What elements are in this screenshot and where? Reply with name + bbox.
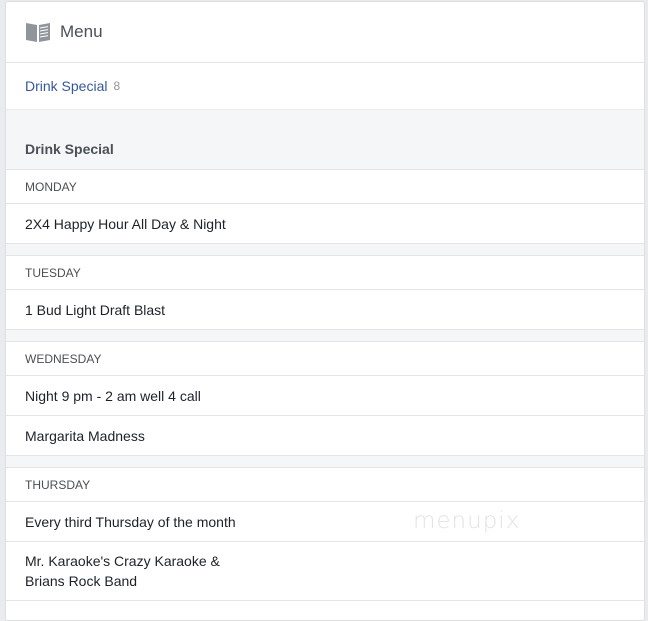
day-header-monday: MONDAY [6, 170, 644, 204]
book-icon [25, 20, 51, 44]
menu-header: Menu [6, 2, 644, 63]
section-title: Drink Special [6, 109, 644, 170]
category-list: Drink Special 8 [6, 63, 644, 109]
section-divider [6, 456, 644, 468]
section-divider [6, 244, 644, 256]
menu-panel: Menu Drink Special 8 Drink Special MONDA… [5, 1, 645, 621]
menu-item: Margarita Madness [6, 416, 644, 456]
menu-item: 2X4 Happy Hour All Day & Night [6, 204, 644, 244]
day-header-thursday: THURSDAY [6, 468, 644, 502]
menu-item: Mr. Karaoke's Crazy Karaoke & Brians Roc… [6, 542, 644, 601]
category-link-drink-special[interactable]: Drink Special [25, 78, 107, 94]
category-count: 8 [113, 79, 121, 93]
menu-item: Night 9 pm - 2 am well 4 call [6, 376, 644, 416]
section-divider [6, 330, 644, 342]
day-header-wednesday: WEDNESDAY [6, 342, 644, 376]
menu-title: Menu [60, 22, 103, 41]
day-header-tuesday: TUESDAY [6, 256, 644, 290]
menu-item: 1 Bud Light Draft Blast [6, 290, 644, 330]
menu-item: Every third Thursday of the month [6, 502, 644, 542]
